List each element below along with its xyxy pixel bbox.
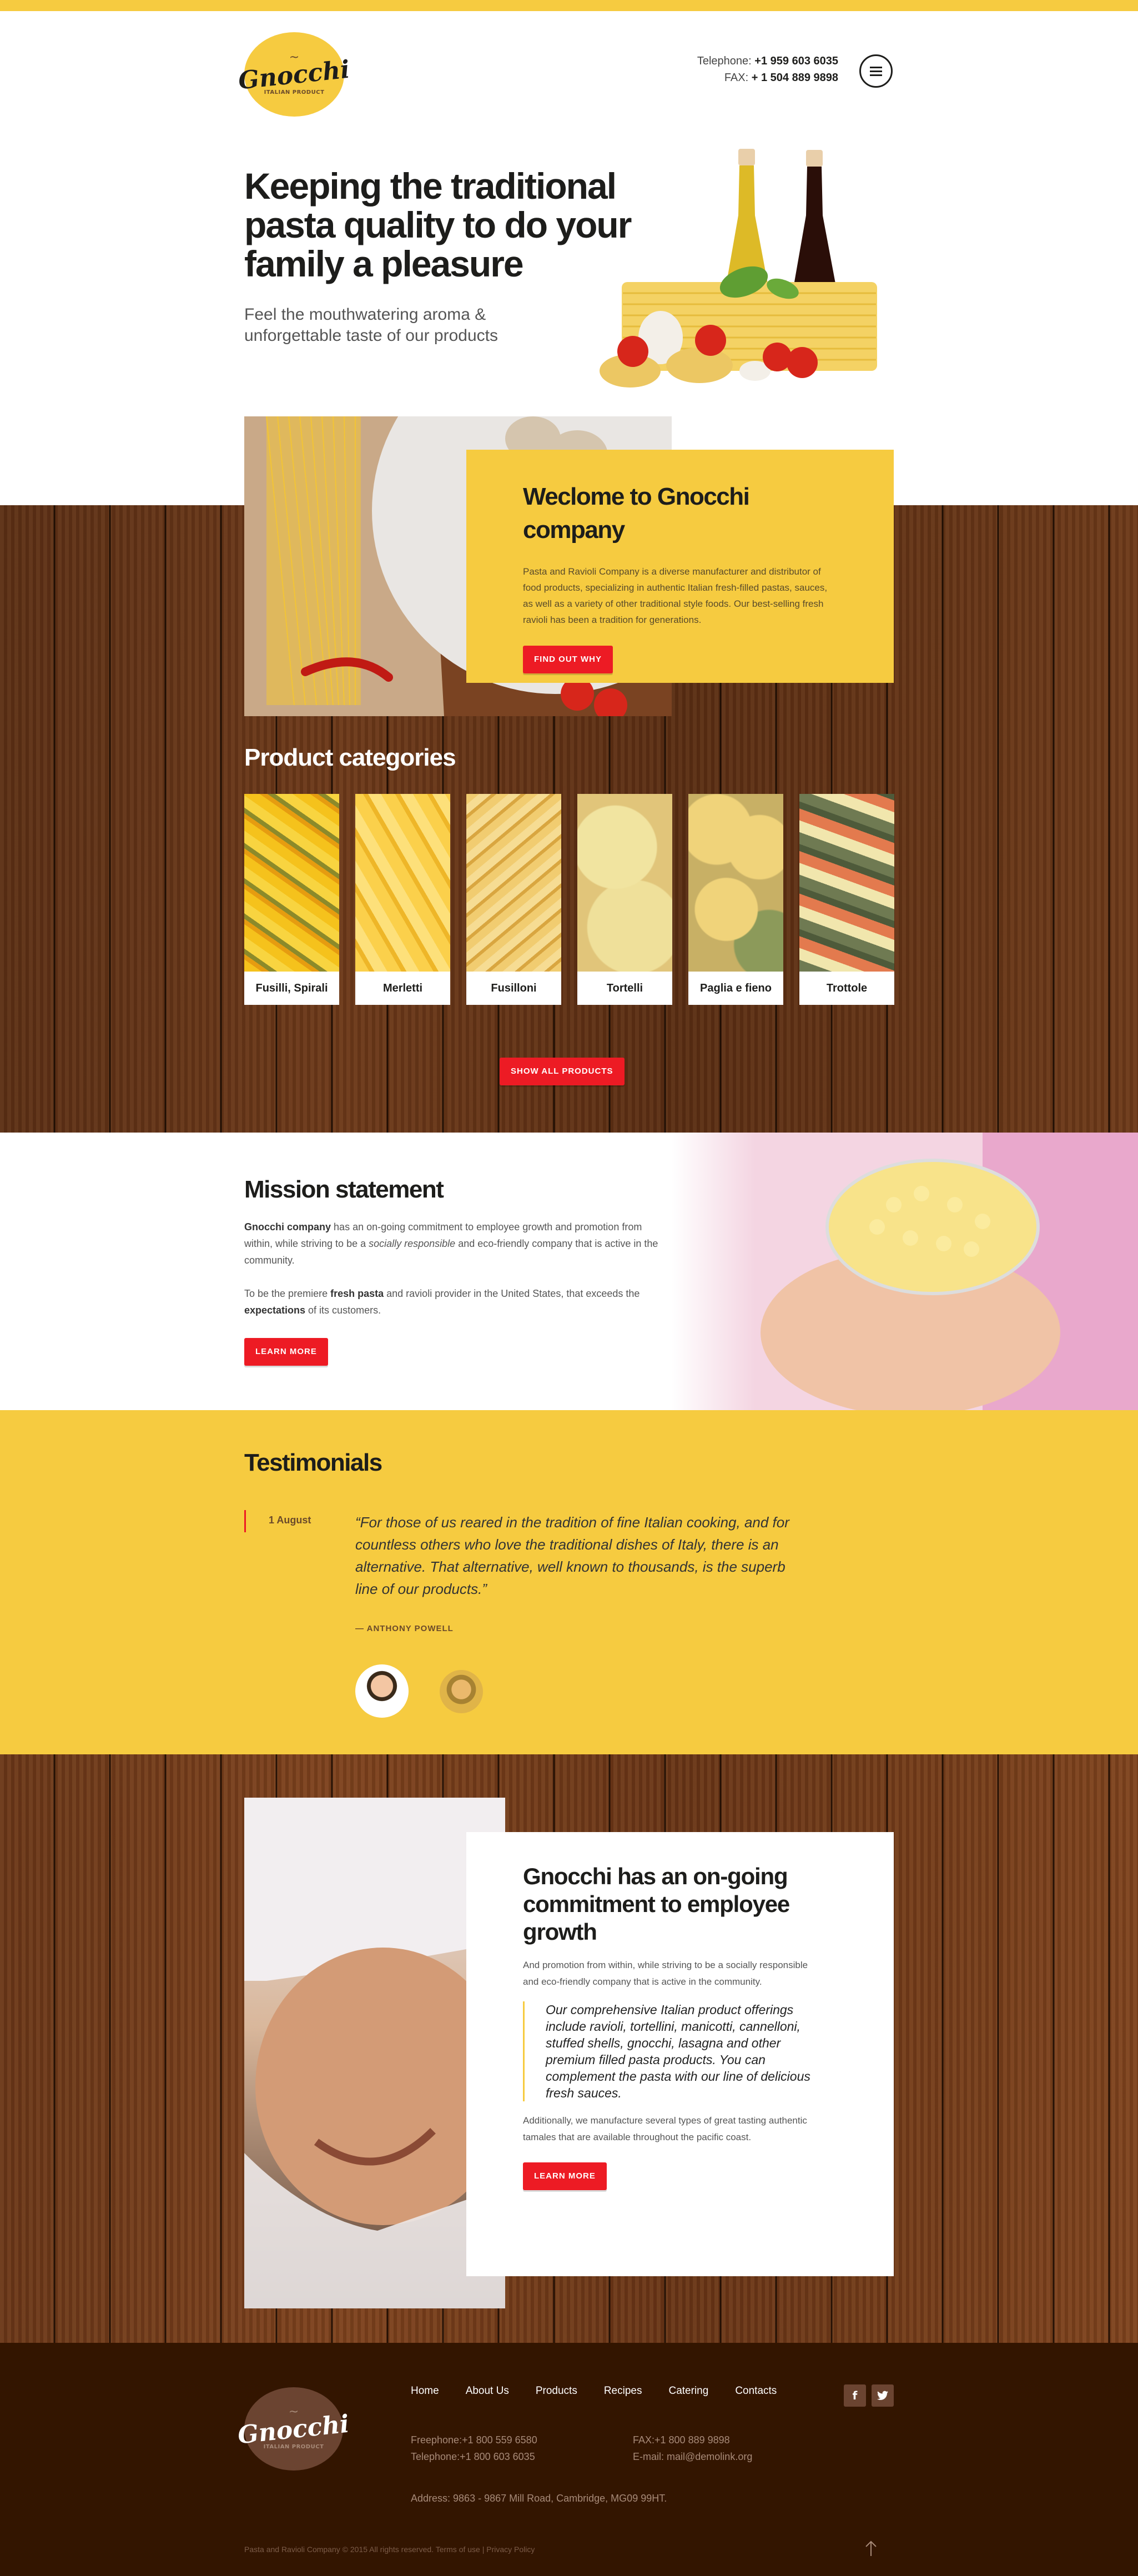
commitment-learn-more-button[interactable]: LEARN MORE [523,2162,607,2190]
vinegar-bottle-cork [806,150,823,167]
mission-bold: fresh pasta [330,1288,384,1299]
product-card[interactable]: Trottole [799,794,894,1005]
logo-wordmark: Gnocchi [236,2409,351,2449]
pasta-nest [666,348,733,383]
welcome-title: Weclome to Gnocchi company [523,483,750,544]
footer-freephone: Freephone:+1 800 559 6580 [411,2434,537,2446]
show-all-products-button[interactable]: SHOW ALL PRODUCTS [500,1058,625,1085]
footer-contact-col-1: Freephone:+1 800 559 6580 Telephone:+1 8… [411,2432,537,2465]
product-card[interactable]: Tortelli [577,794,672,1005]
tomato [763,343,792,371]
telephone-value[interactable]: +1 959 603 6035 [754,55,838,67]
footer-copyright: Pasta and Ravioli Company © 2015 All rig… [244,2545,535,2554]
header-telephone: Telephone: +1 959 603 6035 [697,53,838,69]
product-label: Fusilloni [466,972,561,1005]
mission-text: of its customers. [305,1305,381,1316]
telephone-label: Telephone: [697,55,752,67]
footer-logo[interactable]: ~ Gnocchi ITALIAN PRODUCT [236,2387,351,2471]
tomato [695,325,726,356]
product-image-fusilli [244,794,339,972]
mission-title: Mission statement [244,1176,444,1203]
product-image-tortelli [577,794,672,972]
find-out-why-button[interactable]: FIND OUT WHY [523,646,613,673]
testimonial-author: — ANTHONY POWELL [355,1624,454,1633]
footer-fax: FAX:+1 800 889 9898 [633,2434,730,2446]
product-label: Paglia e fieno [688,972,783,1005]
commitment-quote: Our comprehensive Italian product offeri… [523,2001,834,2101]
top-accent-bar [0,0,1138,11]
mission-text: To be the premiere [244,1288,331,1299]
product-card[interactable]: Fusilloni [466,794,561,1005]
mission-bold: Gnocchi company [244,1221,331,1232]
product-label: Tortelli [577,972,672,1005]
footer-address: Address: 9863 - 9867 Mill Road, Cambridg… [411,2493,667,2504]
product-card[interactable]: Paglia e fieno [688,794,783,1005]
hamburger-menu-icon-line [870,74,882,76]
footer-nav-recipes[interactable]: Recipes [604,2385,642,2397]
footer-telephone: Telephone:+1 800 603 6035 [411,2451,535,2462]
copyright-text: Pasta and Ravioli Company © 2015 All rig… [244,2545,434,2554]
footer-email[interactable]: E-mail: mail@demolink.org [633,2448,752,2465]
commitment-title: Gnocchi has an on-going commitment to em… [523,1863,790,1945]
mission-paragraph-2: To be the premiere fresh pasta and ravio… [244,1285,672,1319]
footer-nav-products[interactable]: Products [536,2385,577,2397]
product-card[interactable]: Merletti [355,794,450,1005]
mission-text: and ravioli provider in the United State… [384,1288,640,1299]
hamburger-menu-button[interactable] [859,54,893,88]
product-label: Trottole [799,972,894,1005]
facebook-icon: f [852,2389,858,2402]
footer-nav: Home About Us Products Recipes Catering … [411,2385,803,2397]
link-separator: | [482,2545,485,2554]
product-image-fusilloni [466,794,561,972]
hamburger-menu-icon-line [870,70,882,72]
product-image-merletti [355,794,450,972]
hero-subtitle: Feel the mouthwatering aroma & unforgett… [244,305,498,345]
hamburger-menu-icon-line [870,66,882,68]
product-image-trottole [799,794,894,972]
testimonial-quote: “For those of us reared in the tradition… [355,1514,789,1597]
twitter-icon [877,2391,888,2400]
facebook-button[interactable]: f [844,2384,866,2407]
hero-image [600,149,877,388]
footer-contact-col-2: FAX:+1 800 889 9898 E-mail: mail@demolin… [633,2432,752,2465]
commitment-card: Gnocchi has an on-going commitment to em… [466,1832,894,2276]
mission-learn-more-button[interactable]: LEARN MORE [244,1338,328,1366]
oil-bottle-cork [738,149,755,165]
privacy-policy-link[interactable]: Privacy Policy [486,2545,535,2554]
header-fax: FAX: + 1 504 889 9898 [697,69,838,86]
tomato [617,336,648,367]
mission-italic: socially responsible [369,1238,456,1249]
twitter-button[interactable] [872,2384,894,2407]
product-categories-title: Product categories [244,744,456,771]
mission-image [672,1133,1138,1410]
footer [0,2343,1138,2576]
logo[interactable]: ~ Gnocchi ITALIAN PRODUCT [237,32,351,117]
tomato [787,347,818,378]
date-accent-bar [244,1510,246,1532]
commitment-paragraph-1: And promotion from within, while strivin… [523,1960,808,1987]
testimonials-title: Testimonials [244,1449,382,1476]
product-label: Merletti [355,972,450,1005]
testimonial-date: 1 August [269,1515,311,1526]
welcome-card: Weclome to Gnocchi company Pasta and Rav… [466,450,894,683]
fax-value: + 1 504 889 9898 [751,72,838,84]
footer-nav-contacts[interactable]: Contacts [735,2385,777,2397]
footer-nav-home[interactable]: Home [411,2385,439,2397]
welcome-text: Pasta and Ravioli Company is a diverse m… [523,566,828,625]
product-card[interactable]: Fusilli, Spirali [244,794,339,1005]
logo-wordmark: Gnocchi [237,55,351,95]
terms-of-use-link[interactable]: Terms of use [436,2545,480,2554]
back-to-top-arrow-icon[interactable] [864,2540,878,2557]
mission-paragraph-1: Gnocchi company has an on-going commitme… [244,1219,672,1269]
product-image-paglia-e-fieno [688,794,783,972]
mission-bold: expectations [244,1305,306,1316]
header-contact: Telephone: +1 959 603 6035 FAX: + 1 504 … [697,53,838,86]
avatar-man-smiling[interactable] [355,1664,409,1718]
product-label: Fusilli, Spirali [244,972,339,1005]
footer-nav-about-us[interactable]: About Us [466,2385,509,2397]
footer-nav-catering[interactable]: Catering [668,2385,708,2397]
avatar-woman-glasses[interactable] [440,1670,483,1713]
commitment-paragraph-2: Additionally, we manufacture several typ… [523,2115,807,2142]
fax-label: FAX: [724,72,749,84]
